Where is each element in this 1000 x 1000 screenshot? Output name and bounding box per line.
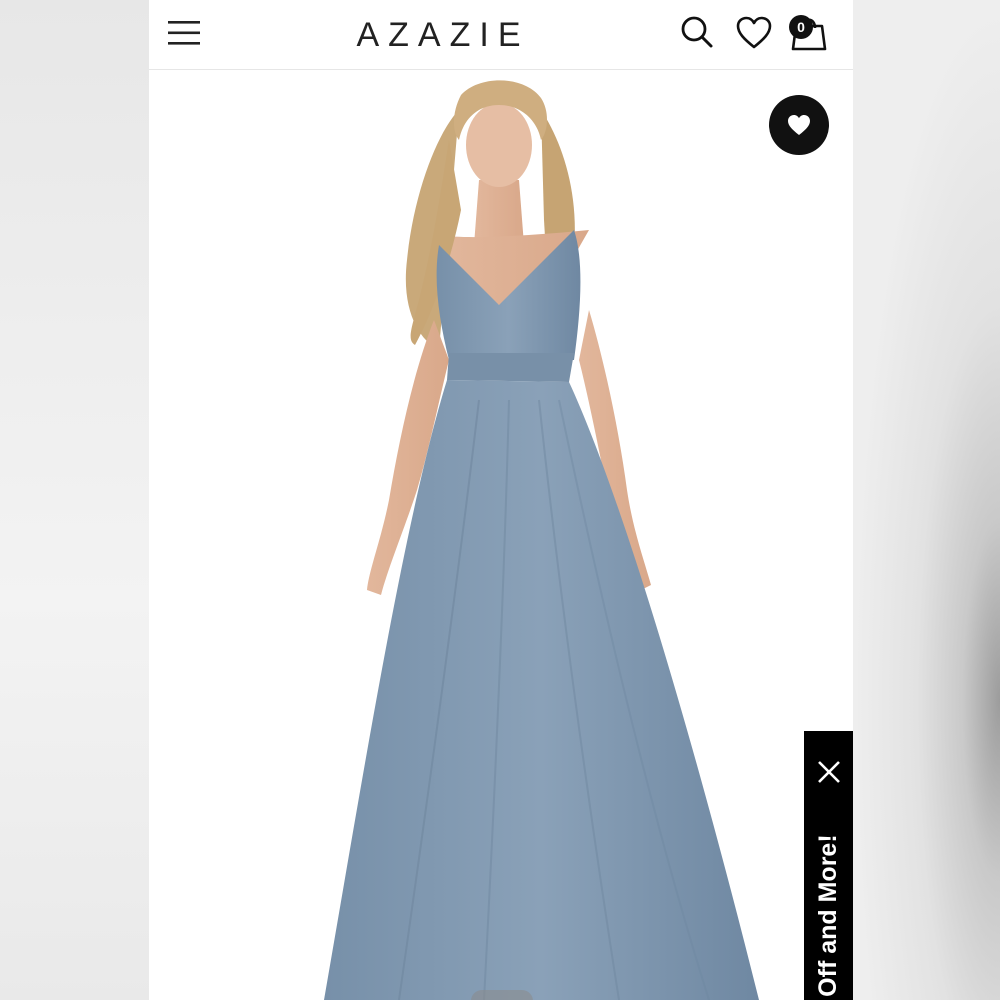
brand-logo[interactable]: AZAZIE [327,14,559,56]
phone-screen: AZAZIE 0 % Off and More! [149,0,853,1000]
site-header: AZAZIE 0 [149,0,853,70]
close-icon[interactable] [816,759,842,785]
wishlist-heart-icon[interactable] [736,16,772,50]
image-pager [471,990,533,1000]
heart-icon [788,115,810,135]
search-icon[interactable] [680,15,714,49]
menu-icon[interactable] [167,18,201,48]
add-to-wishlist-button[interactable] [769,95,829,155]
photo-backdrop-left [0,0,149,1000]
promo-tab[interactable]: % Off and More! [804,731,853,1000]
dress-photo [324,80,759,1000]
promo-text: % Off and More! [814,834,842,1000]
product-image[interactable] [149,70,853,1000]
cart-count-badge: 0 [789,15,813,39]
photo-backdrop-right [853,0,1000,1000]
